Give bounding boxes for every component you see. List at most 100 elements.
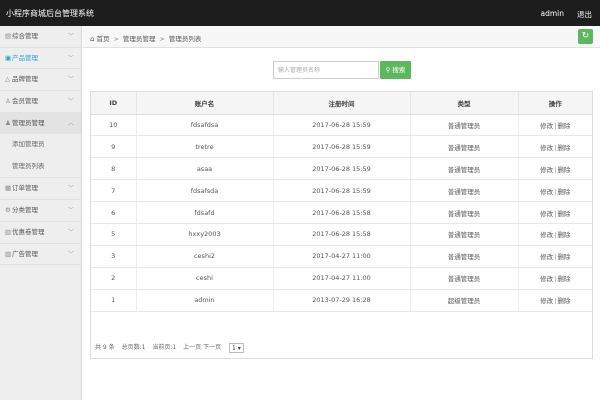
sidebar-item-4[interactable]: ♟管理员管理 ︿ (0, 112, 81, 135)
admin-icon: ♟ (5, 118, 11, 127)
col-header-actions: 操作 (518, 92, 592, 115)
cell-register-time: 2017-06-28 15:58 (273, 201, 411, 224)
cell-actions: 修改|删除 (518, 245, 592, 268)
cell-actions: 修改|删除 (518, 267, 592, 290)
cell-register-time: 2017-06-28 15:59 (273, 157, 411, 181)
cell-register-time: 2017-04-27 11:00 (273, 267, 411, 290)
sidebar-subitem-0[interactable]: 添加管理员 (0, 134, 81, 156)
cell-type: 普通管理员 (410, 201, 519, 224)
cell-type: 普通管理员 (410, 267, 519, 290)
delete-link[interactable]: 删除 (557, 122, 570, 130)
edit-link[interactable]: 修改 (540, 231, 553, 239)
delete-link[interactable]: 删除 (557, 144, 570, 152)
table-row: 2 ceshi 2017-04-27 11:00 普通管理员 修改|删除 (91, 267, 592, 290)
sidebar-item-1[interactable]: ▣产品管理 ﹀ (0, 48, 81, 70)
edit-link[interactable]: 修改 (540, 122, 553, 130)
cell-type: 超级管理员 (410, 289, 519, 312)
cell-actions: 修改|删除 (518, 135, 592, 159)
chevron-up-icon: ︿ (67, 119, 74, 127)
edit-link[interactable]: 修改 (540, 275, 553, 283)
breadcrumb-level1[interactable]: 管理员管理 (123, 35, 156, 43)
delete-link[interactable]: 删除 (557, 166, 570, 174)
edit-link[interactable]: 修改 (540, 210, 553, 218)
delete-link[interactable]: 删除 (557, 210, 570, 218)
sidebar-item-2[interactable]: △ 品牌管理 ﹀ (0, 69, 81, 92)
delete-link[interactable]: 删除 (557, 188, 570, 196)
cell-id: 5 (91, 223, 137, 246)
current-user: admin (540, 9, 565, 18)
breadcrumb: ⌂ 首页 > 管理员管理 > 管理员列表 (90, 33, 201, 43)
delete-link[interactable]: 删除 (557, 297, 570, 305)
pager-next-link[interactable]: 下一页 (203, 344, 221, 351)
delete-link[interactable]: 删除 (557, 275, 570, 283)
sidebar-item-7[interactable]: ▥优惠卷管理 ﹀ (0, 222, 81, 244)
pager-prev-link[interactable]: 上一页 (183, 344, 201, 351)
edit-link[interactable]: 修改 (540, 144, 553, 152)
admin-table-panel: ID 账户名 注册时间 类型 操作 10 fdsafdsa 2017-06-28 1… (90, 91, 593, 359)
sidebar-item-label: 广告管理 (12, 249, 38, 258)
cell-id: 10 (91, 114, 137, 137)
page-select[interactable]: 1 ▾ (229, 342, 244, 353)
chevron-down-icon: ﹀ (67, 250, 74, 258)
logout-link[interactable]: 退出 (577, 9, 592, 20)
home-icon: ⌂ (90, 35, 95, 43)
pager-total: 共 9 条 (95, 344, 115, 351)
action-separator: | (554, 165, 557, 174)
table-row: 6 fdsafd 2017-06-28 15:58 普通管理员 修改|删除 (91, 201, 592, 224)
chevron-down-icon: ﹀ (67, 98, 74, 106)
search-input[interactable] (273, 61, 379, 79)
user-icon: ♙ (5, 97, 11, 106)
delete-link[interactable]: 删除 (557, 253, 570, 261)
sidebar-item-3[interactable]: ♙会员管理 ﹀ (0, 91, 81, 113)
table-header-row: ID 账户名 注册时间 类型 操作 (91, 92, 592, 115)
cell-account: fdsafdsa (136, 114, 274, 137)
cell-id: 8 (91, 157, 137, 181)
cell-actions: 修改|删除 (518, 289, 592, 312)
cell-id: 3 (91, 245, 137, 268)
breadcrumb-home[interactable]: 首页 (96, 35, 109, 43)
table-row: 5 hxxy2003 2017-06-28 15:58 普通管理员 修改|删除 (91, 223, 592, 246)
action-separator: | (554, 297, 557, 306)
sidebar-item-label: 分类管理 (12, 206, 38, 215)
col-header-id: ID (91, 92, 137, 115)
chevron-down-icon: ﹀ (67, 76, 74, 84)
action-separator: | (554, 187, 557, 196)
breadcrumb-bar: ⌂ 首页 > 管理员管理 > 管理员列表 ↻ (83, 26, 600, 48)
action-separator: | (554, 209, 557, 218)
col-header-account: 账户名 (136, 92, 274, 115)
action-separator: | (554, 275, 557, 284)
breadcrumb-level2: 管理员列表 (168, 35, 202, 43)
sidebar-item-6[interactable]: ⚙分类管理 ﹀ (0, 200, 81, 222)
sidebar-item-8[interactable]: ▧广告管理 ﹀ (0, 244, 81, 266)
top-bar: 小程序商城后台管理系统 admin 退出 (0, 0, 600, 26)
cell-register-time: 2017-06-28 15:59 (273, 114, 411, 137)
table-row: 7 fdsafsda 2017-06-28 15:59 普通管理员 修改|删除 (91, 179, 592, 203)
chevron-down-icon: ﹀ (67, 228, 74, 236)
cell-id: 7 (91, 179, 137, 203)
cell-id: 6 (91, 201, 137, 224)
sidebar-item-label: 会员管理 (12, 97, 38, 106)
sidebar-subitem-1[interactable]: 管理员列表 (0, 156, 81, 178)
search-button[interactable]: ⚲ 搜索 (380, 61, 411, 79)
edit-link[interactable]: 修改 (540, 166, 553, 174)
cell-id: 9 (91, 135, 137, 159)
edit-link[interactable]: 修改 (540, 297, 553, 305)
action-separator: | (554, 143, 557, 152)
sidebar-item-5[interactable]: ▦订单管理 ﹀ (0, 178, 81, 201)
table-row: 3 ceshi2 2017-04-27 11:00 普通管理员 修改|删除 (91, 245, 592, 268)
sidebar-item-0[interactable]: ▤综合管理 ﹀ (0, 26, 81, 48)
cell-account: ceshi (136, 267, 274, 290)
edit-link[interactable]: 修改 (540, 253, 553, 261)
pager-page-count: 总页数:1 (121, 344, 146, 351)
edit-link[interactable]: 修改 (540, 188, 553, 196)
brand-icon: △ (5, 75, 10, 84)
cell-id: 2 (91, 267, 137, 290)
sidebar: ▤综合管理 ﹀ ▣产品管理 ﹀ △ 品牌管理 ﹀ ♙会员管理 ﹀ ♟管理员管理 ︿ 添加管理员 管理员列… (0, 26, 82, 400)
product-icon: ▣ (5, 53, 12, 62)
order-icon: ▦ (5, 184, 12, 193)
cell-actions: 修改|删除 (518, 201, 592, 224)
app-title: 小程序商城后台管理系统 (6, 9, 94, 18)
refresh-button[interactable]: ↻ (578, 29, 593, 44)
search-button-label: 搜索 (392, 66, 406, 74)
delete-link[interactable]: 删除 (557, 231, 570, 239)
